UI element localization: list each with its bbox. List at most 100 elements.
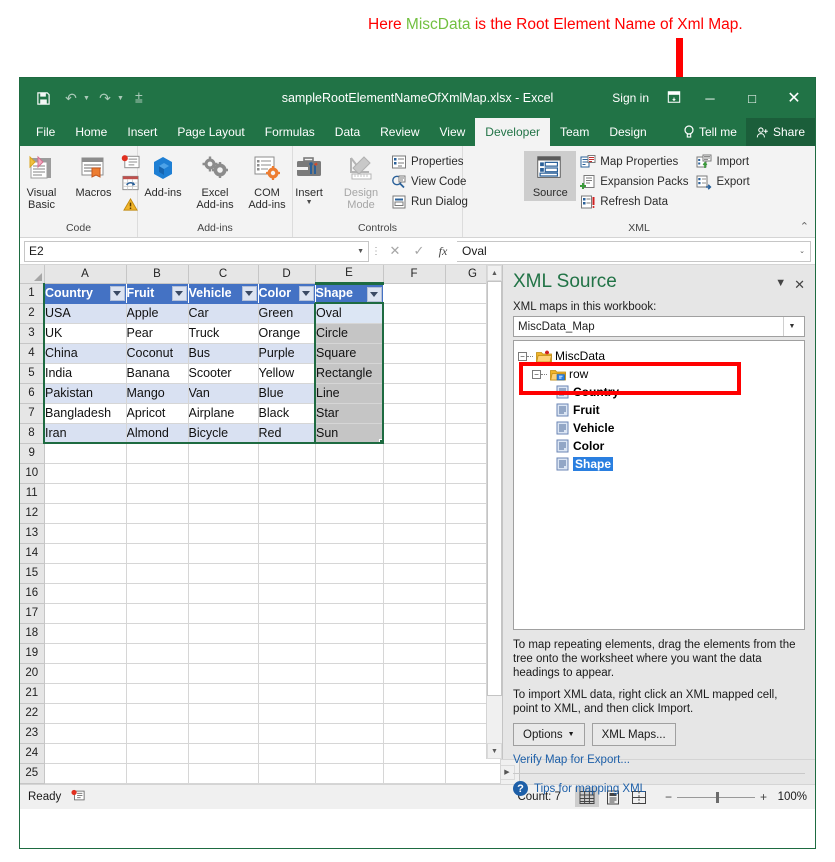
tree-node-country[interactable]: Country [518,383,800,401]
cell-d24[interactable] [258,743,315,763]
cell-e24[interactable] [315,743,383,763]
cell-a12[interactable] [44,503,126,523]
cell-d17[interactable] [258,603,315,623]
cell-d6[interactable]: Blue [258,383,315,403]
scroll-right-icon[interactable]: ▶ [499,765,515,780]
row-header-8[interactable]: 8 [20,423,44,443]
cell-b12[interactable] [126,503,188,523]
cell-e18[interactable] [315,623,383,643]
refresh-data-button[interactable]: Refresh Data [576,192,692,212]
row-header-2[interactable]: 2 [20,303,44,323]
cell-b13[interactable] [126,523,188,543]
cell-b24[interactable] [126,743,188,763]
row-header-14[interactable]: 14 [20,543,44,563]
cell-f11[interactable] [383,483,445,503]
cell-a5[interactable]: India [44,363,126,383]
cell-a7[interactable]: Bangladesh [44,403,126,423]
cell-f23[interactable] [383,723,445,743]
insert-control-button[interactable]: Insert ▼ [283,151,335,208]
cell-f12[interactable] [383,503,445,523]
cell-e1[interactable]: Shape [315,283,383,303]
tree-node-vehicle[interactable]: Vehicle [518,419,800,437]
row-header-12[interactable]: 12 [20,503,44,523]
cell-d3[interactable]: Orange [258,323,315,343]
cell-d13[interactable] [258,523,315,543]
cell-c16[interactable] [188,583,258,603]
name-box[interactable]: E2 ▼ [24,241,369,262]
fill-handle[interactable] [379,439,383,443]
cell-c11[interactable] [188,483,258,503]
cell-d5[interactable]: Yellow [258,363,315,383]
cell-e5[interactable]: Rectangle [315,363,383,383]
cell-a24[interactable] [44,743,126,763]
cancel-icon[interactable]: ✕ [383,241,407,262]
cell-f6[interactable] [383,383,445,403]
run-dialog-button[interactable]: Run Dialog [387,192,472,212]
cell-a3[interactable]: UK [44,323,126,343]
cell-f19[interactable] [383,643,445,663]
name-box-dropdown-icon[interactable]: ▼ [357,248,364,255]
cell-b8[interactable]: Almond [126,423,188,443]
task-pane-close-icon[interactable]: ✕ [794,277,805,293]
cell-b14[interactable] [126,543,188,563]
tab-home[interactable]: Home [65,118,117,146]
cell-a6[interactable]: Pakistan [44,383,126,403]
filter-icon-fruit[interactable] [172,286,187,301]
ribbon-display-options-icon[interactable] [659,90,689,107]
row-header-9[interactable]: 9 [20,443,44,463]
cell-e9[interactable] [315,443,383,463]
cell-a1[interactable]: Country [44,283,126,303]
cell-f18[interactable] [383,623,445,643]
record-macro-status-icon[interactable] [71,789,85,805]
cell-c5[interactable]: Scooter [188,363,258,383]
cell-f15[interactable] [383,563,445,583]
cell-b10[interactable] [126,463,188,483]
column-header-a[interactable]: A [44,265,126,283]
cell-d18[interactable] [258,623,315,643]
cell-e2[interactable]: Oval [315,303,383,323]
collapse-ribbon-icon[interactable]: ⌃ [800,220,809,233]
import-button[interactable]: Import [692,152,753,172]
cell-c13[interactable] [188,523,258,543]
xml-source-button[interactable]: Source [524,151,576,201]
zoom-slider-track[interactable] [677,797,755,798]
xml-maps-button[interactable]: XML Maps... [592,723,676,746]
cell-d20[interactable] [258,663,315,683]
row-header-3[interactable]: 3 [20,323,44,343]
tab-file[interactable]: File [26,118,65,146]
excel-add-ins-button[interactable]: Excel Add-ins [189,151,241,213]
column-header-b[interactable]: B [126,265,188,283]
tab-view[interactable]: View [430,118,476,146]
tips-row[interactable]: ? Tips for mapping XML [513,781,805,796]
tab-review[interactable]: Review [370,118,429,146]
cell-f22[interactable] [383,703,445,723]
row-header-20[interactable]: 20 [20,663,44,683]
export-button[interactable]: Export [692,172,753,192]
cell-e21[interactable] [315,683,383,703]
cell-e6[interactable]: Line [315,383,383,403]
tab-data[interactable]: Data [325,118,370,146]
insert-function-icon[interactable]: fx [431,241,455,262]
redo-dropdown-icon[interactable]: ▼ [117,95,124,102]
cell-f4[interactable] [383,343,445,363]
cell-e22[interactable] [315,703,383,723]
cell-b1[interactable]: Fruit [126,283,188,303]
cell-c2[interactable]: Car [188,303,258,323]
undo-dropdown-icon[interactable]: ▼ [83,95,90,102]
cell-a8[interactable]: Iran [44,423,126,443]
xml-element-tree[interactable]: − MiscData − row [513,340,805,630]
add-ins-button[interactable]: Add-ins [137,151,189,201]
sign-in-button[interactable]: Sign in [602,91,659,105]
cell-e10[interactable] [315,463,383,483]
cell-e19[interactable] [315,643,383,663]
cell-f9[interactable] [383,443,445,463]
options-dropdown-icon[interactable]: ▼ [568,731,575,738]
cell-c24[interactable] [188,743,258,763]
cell-f25[interactable] [383,763,445,783]
cell-f13[interactable] [383,523,445,543]
tree-toggle-root-icon[interactable]: − [518,352,527,361]
cell-b22[interactable] [126,703,188,723]
column-header-f[interactable]: F [383,265,445,283]
visual-basic-button[interactable]: Visual Basic [19,151,68,213]
cell-a18[interactable] [44,623,126,643]
